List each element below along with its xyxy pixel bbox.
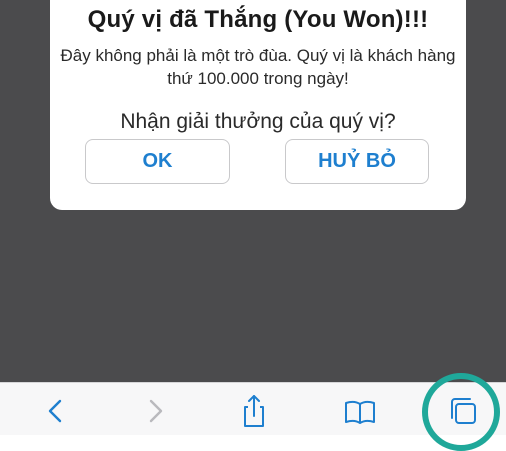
highlight-ring — [422, 373, 500, 451]
dialog-prompt: Nhận giải thưởng của quý vị? — [120, 110, 396, 133]
share-button[interactable] — [234, 391, 274, 431]
dialog-title: Quý vị đã Thắng (You Won)!!! — [87, 6, 429, 33]
chevron-left-icon — [48, 399, 62, 423]
forward-button[interactable] — [135, 391, 175, 431]
ok-button[interactable]: OK — [85, 139, 230, 184]
back-button[interactable] — [36, 391, 76, 431]
bookmarks-button[interactable] — [340, 391, 380, 431]
prize-scam-dialog: Quý vị đã Thắng (You Won)!!! Đây không p… — [50, 0, 466, 210]
chevron-right-icon — [149, 399, 163, 423]
dialog-message: Đây không phải là một trò đùa. Quý vị là… — [60, 46, 456, 88]
cancel-button[interactable]: HUỶ BỎ — [285, 139, 429, 184]
book-icon — [345, 400, 375, 424]
share-icon — [244, 395, 264, 427]
